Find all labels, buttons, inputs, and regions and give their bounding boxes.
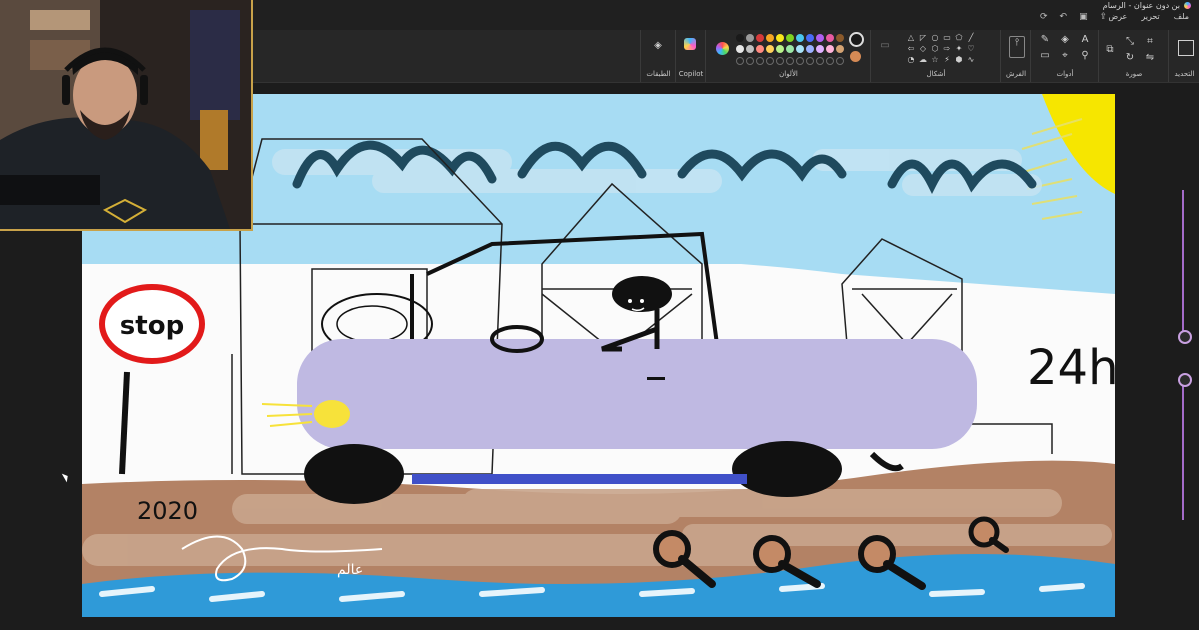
edit-colors-icon[interactable] bbox=[716, 42, 729, 55]
rotate-icon[interactable]: ↻ bbox=[1124, 52, 1136, 64]
callout-shape-icon[interactable]: ◔ bbox=[905, 54, 917, 66]
car-body bbox=[297, 339, 977, 449]
paint-app-icon bbox=[1184, 2, 1191, 9]
menu-edit[interactable]: تحرير bbox=[1141, 12, 1159, 21]
layers-label: الطبقات bbox=[646, 70, 671, 78]
text-icon[interactable]: A bbox=[1079, 34, 1091, 46]
crop-image-icon[interactable]: ⧉ bbox=[1104, 44, 1116, 56]
image-group: ⧉ ⤡ ↻ ⌗ ⇋ صورة bbox=[1098, 30, 1169, 82]
colors-group: الألوان bbox=[705, 30, 871, 82]
color-swatch[interactable] bbox=[746, 34, 754, 42]
copilot-label: Copilot bbox=[678, 70, 704, 78]
color-swatch[interactable] bbox=[806, 45, 814, 53]
zoom-slider-track-bottom bbox=[1182, 380, 1184, 520]
color-swatch[interactable] bbox=[766, 34, 774, 42]
eraser-icon[interactable]: ▭ bbox=[1039, 50, 1051, 62]
custom-color-slot[interactable] bbox=[756, 57, 764, 65]
primary-color-swatch[interactable] bbox=[849, 32, 864, 47]
stop-sign-text: stop bbox=[120, 311, 184, 341]
color-swatch[interactable] bbox=[796, 34, 804, 42]
tools-label: أدوات bbox=[1056, 70, 1074, 78]
color-swatch[interactable] bbox=[836, 45, 844, 53]
custom-color-slot[interactable] bbox=[746, 57, 754, 65]
zoom-slider-track-top bbox=[1182, 190, 1184, 340]
crop-icon[interactable]: ⌗ bbox=[1144, 36, 1156, 48]
custom-color-slot[interactable] bbox=[836, 57, 844, 65]
color-swatch[interactable] bbox=[836, 34, 844, 42]
fill-icon[interactable]: ◈ bbox=[1059, 34, 1071, 46]
brush-size-thumb[interactable] bbox=[1178, 373, 1192, 387]
window-title: بن دون عنوان - الرسام bbox=[1103, 1, 1191, 10]
lightning-shape-icon[interactable]: ⚡ bbox=[941, 54, 953, 66]
brushes-group: ⫯ الفرش bbox=[1000, 30, 1031, 82]
color-swatch[interactable] bbox=[746, 45, 754, 53]
color-swatch[interactable] bbox=[826, 34, 834, 42]
undo-icon[interactable]: ↶ bbox=[1060, 12, 1068, 22]
color-swatch[interactable] bbox=[756, 34, 764, 42]
secondary-color-swatch[interactable] bbox=[850, 51, 861, 62]
copilot-icon[interactable] bbox=[684, 38, 696, 50]
tools-group: ✎ ◈ A ▭ ⌖ ⚲ أدوات bbox=[1030, 30, 1099, 82]
quick-access-toolbar: ⟳ ↶ ▣ ⇪ bbox=[1040, 12, 1107, 22]
streamer-image bbox=[0, 0, 251, 229]
save-icon[interactable]: ▣ bbox=[1079, 12, 1088, 22]
color-swatch[interactable] bbox=[806, 34, 814, 42]
stop-sign: stop bbox=[99, 284, 205, 475]
menu-file[interactable]: ملف bbox=[1174, 12, 1189, 21]
color-swatch[interactable] bbox=[756, 45, 764, 53]
hours-text: 24h bbox=[1027, 340, 1115, 396]
color-swatch[interactable] bbox=[826, 45, 834, 53]
colors-label: الألوان bbox=[779, 70, 798, 78]
shape-preview-icon[interactable]: ▭ bbox=[879, 40, 891, 52]
color-swatch[interactable] bbox=[766, 45, 774, 53]
layers-icon[interactable]: ◈ bbox=[652, 40, 664, 52]
brushes-label: الفرش bbox=[1005, 70, 1027, 78]
resize-icon[interactable]: ⤡ bbox=[1124, 36, 1136, 48]
custom-color-slot[interactable] bbox=[786, 57, 794, 65]
zoom-slider-thumb[interactable] bbox=[1178, 330, 1192, 344]
custom-color-slot[interactable] bbox=[826, 57, 834, 65]
zoom-slider[interactable] bbox=[1178, 190, 1192, 520]
custom-color-slot[interactable] bbox=[776, 57, 784, 65]
shapes-group: ▭ △ ◸ ○ ▭ ⬠ ╱ ⇦ ◇ ⬡ ⇨ ✦ ♡ ◔ ☁ ☆ ⚡ ⬢ ∿ أش… bbox=[870, 30, 1001, 82]
color-swatch[interactable] bbox=[776, 45, 784, 53]
selection-group: التحديد bbox=[1168, 30, 1199, 82]
color-swatch[interactable] bbox=[816, 34, 824, 42]
share-icon[interactable]: ⇪ bbox=[1100, 12, 1108, 22]
color-swatch[interactable] bbox=[736, 34, 744, 42]
polygon-shape-icon[interactable]: ⬢ bbox=[953, 54, 965, 66]
selection-label: التحديد bbox=[1174, 70, 1195, 78]
webcam-overlay bbox=[0, 0, 253, 231]
custom-color-slot[interactable] bbox=[816, 57, 824, 65]
star-shape-icon[interactable]: ☆ bbox=[929, 54, 941, 66]
image-label: صورة bbox=[1125, 70, 1143, 78]
signature-text: عالم bbox=[337, 562, 363, 578]
cloud-shape-icon[interactable]: ☁ bbox=[917, 54, 929, 66]
color-picker-icon[interactable]: ⌖ bbox=[1059, 50, 1071, 62]
redo-icon[interactable]: ⟳ bbox=[1040, 12, 1048, 22]
year-text: 2020 bbox=[137, 497, 198, 525]
pencil-icon[interactable]: ✎ bbox=[1039, 34, 1051, 46]
custom-color-slot[interactable] bbox=[736, 57, 744, 65]
select-icon[interactable] bbox=[1178, 40, 1194, 56]
color-swatch[interactable] bbox=[796, 45, 804, 53]
curve-shape-icon[interactable]: ∿ bbox=[965, 54, 977, 66]
custom-color-slot[interactable] bbox=[806, 57, 814, 65]
color-swatch[interactable] bbox=[816, 45, 824, 53]
menu-view[interactable]: عرض bbox=[1108, 12, 1127, 21]
brush-icon[interactable]: ⫯ bbox=[1009, 36, 1025, 58]
color-swatch[interactable] bbox=[786, 45, 794, 53]
shapes-label: أشكال bbox=[926, 70, 946, 78]
copilot-group: Copilot bbox=[675, 30, 706, 82]
custom-color-slot[interactable] bbox=[766, 57, 774, 65]
magnifier-icon[interactable]: ⚲ bbox=[1079, 50, 1091, 62]
color-swatch[interactable] bbox=[786, 34, 794, 42]
color-swatch[interactable] bbox=[736, 45, 744, 53]
color-swatch[interactable] bbox=[776, 34, 784, 42]
custom-color-slot[interactable] bbox=[796, 57, 804, 65]
menu-bar: ملف تحرير عرض bbox=[1108, 12, 1189, 21]
layers-group: ◈ الطبقات bbox=[640, 30, 676, 82]
image-flip-icon[interactable]: ⇋ bbox=[1144, 52, 1156, 64]
